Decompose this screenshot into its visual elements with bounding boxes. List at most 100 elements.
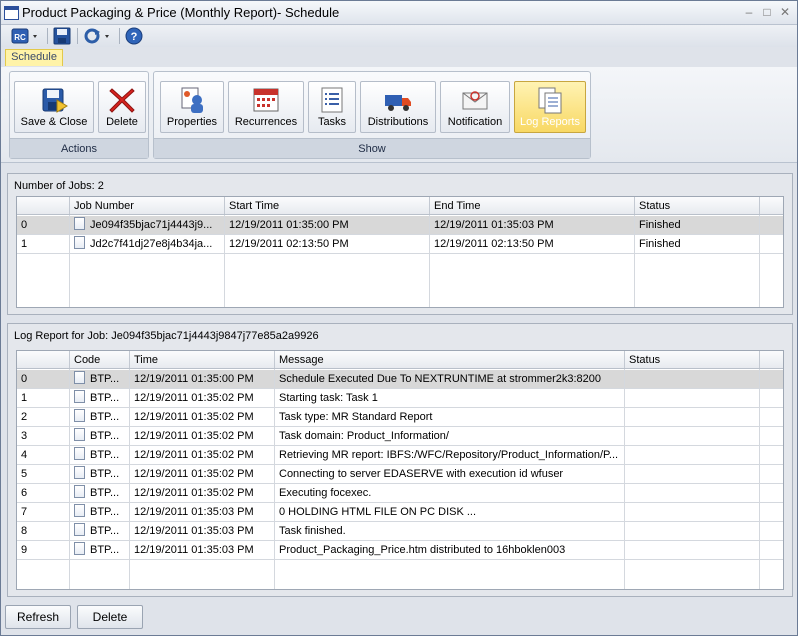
document-icon (74, 371, 85, 384)
row-index: 0 (17, 370, 70, 388)
help-icon[interactable]: ? (125, 27, 143, 45)
code-header[interactable]: Code (70, 351, 130, 368)
jobs-index-header (17, 197, 70, 214)
code-cell: BTP... (70, 522, 130, 540)
tasks-label: Tasks (317, 116, 347, 128)
table-row[interactable]: 3 BTP... 12/19/2011 01:35:02 PM Task domain… (17, 427, 783, 446)
rc-menu-icon[interactable]: RC (11, 27, 41, 45)
distributions-button[interactable]: Distributions (360, 81, 436, 133)
time-cell: 12/19/2011 01:35:00 PM (130, 370, 275, 388)
jobs-count-title: Number of Jobs: 2 (14, 180, 104, 192)
code-cell: BTP... (70, 427, 130, 445)
log-status-cell (625, 408, 760, 426)
job-number-text: Jd2c7f41dj27e8j4b34ja... (90, 238, 213, 250)
table-row[interactable]: 4 BTP... 12/19/2011 01:35:02 PM Retrieving … (17, 446, 783, 465)
delete-label: Delete (106, 116, 138, 128)
code-text: BTP... (90, 525, 120, 537)
code-text: BTP... (90, 449, 120, 461)
job-status-header[interactable]: Status (635, 197, 760, 214)
truck-icon (383, 86, 413, 114)
row-index: 4 (17, 446, 70, 464)
code-text: BTP... (90, 506, 120, 518)
table-row[interactable]: 0 BTP... 12/19/2011 01:35:00 PM Schedule Ex… (17, 370, 783, 389)
notification-button[interactable]: Notification (440, 81, 510, 133)
message-cell: Task domain: Product_Information/ (275, 427, 625, 445)
start-time-header[interactable]: Start Time (225, 197, 430, 214)
footer-bar: Refresh Delete (1, 601, 797, 635)
log-grid: Code Time Message Status 0 BTP... 12/19/20… (16, 350, 784, 590)
time-header[interactable]: Time (130, 351, 275, 368)
save-icon[interactable] (53, 27, 71, 45)
row-index: 5 (17, 465, 70, 483)
schedule-window: Product Packaging & Price (Monthly Repor… (0, 0, 798, 636)
table-row[interactable]: 6 BTP... 12/19/2011 01:35:02 PM Executing f… (17, 484, 783, 503)
table-row[interactable]: 2 BTP... 12/19/2011 01:35:02 PM Task type: … (17, 408, 783, 427)
close-button[interactable]: ✕ (777, 4, 793, 20)
refresh-button[interactable]: Refresh (5, 605, 71, 629)
table-row[interactable]: 1 Jd2c7f41dj27e8j4b34ja... 12/19/2011 02… (17, 235, 783, 254)
refresh-dropdown-icon[interactable] (83, 27, 113, 45)
calendar-icon (251, 86, 281, 114)
table-row[interactable]: 8 BTP... 12/19/2011 01:35:03 PM Task finish… (17, 522, 783, 541)
job-status-cell: Finished (635, 216, 760, 234)
save-close-button[interactable]: Save & Close (14, 81, 94, 133)
time-cell: 12/19/2011 01:35:03 PM (130, 503, 275, 521)
end-time-header[interactable]: End Time (430, 197, 635, 214)
time-cell: 12/19/2011 01:35:02 PM (130, 446, 275, 464)
app-icon (4, 6, 19, 20)
table-row[interactable]: 7 BTP... 12/19/2011 01:35:03 PM 0 HOLDING H… (17, 503, 783, 522)
message-cell: 0 HOLDING HTML FILE ON PC DISK ... (275, 503, 625, 521)
log-status-header[interactable]: Status (625, 351, 760, 368)
log-status-cell (625, 389, 760, 407)
table-row[interactable]: 1 BTP... 12/19/2011 01:35:02 PM Starting ta… (17, 389, 783, 408)
document-icon (74, 504, 85, 517)
time-cell: 12/19/2011 01:35:02 PM (130, 484, 275, 502)
table-row[interactable]: 5 BTP... 12/19/2011 01:35:02 PM Connecting … (17, 465, 783, 484)
message-header[interactable]: Message (275, 351, 625, 368)
log-report-title: Log Report for Job: Je094f35bjac71j4443j… (14, 330, 319, 342)
code-cell: BTP... (70, 465, 130, 483)
delete-log-button[interactable]: Delete (77, 605, 143, 629)
tasks-button[interactable]: Tasks (308, 81, 356, 133)
restore-button[interactable]: □ (759, 4, 775, 20)
code-text: BTP... (90, 430, 120, 442)
quick-access-toolbar: RC ? (1, 25, 797, 47)
table-row[interactable]: 0 Je094f35bjac71j4443j9... 12/19/2011 01… (17, 216, 783, 235)
document-icon (74, 542, 85, 555)
tab-schedule[interactable]: Schedule (5, 49, 63, 66)
notification-label: Notification (447, 116, 503, 128)
log-report-panel: Log Report for Job: Je094f35bjac71j4443j… (7, 323, 793, 597)
code-cell: BTP... (70, 541, 130, 559)
code-text: BTP... (90, 468, 120, 480)
envelope-icon (460, 86, 490, 114)
log-status-cell (625, 503, 760, 521)
log-reports-button[interactable]: Log Reports (514, 81, 586, 133)
row-index: 8 (17, 522, 70, 540)
properties-button[interactable]: Properties (160, 81, 224, 133)
jobs-grid: Job Number Start Time End Time Status 0 … (16, 196, 784, 308)
document-icon (74, 485, 85, 498)
title-bar: Product Packaging & Price (Monthly Repor… (1, 1, 797, 25)
delete-job-button[interactable]: Delete (98, 81, 146, 133)
document-icon (74, 217, 85, 230)
table-row[interactable]: 9 BTP... 12/19/2011 01:35:03 PM Product_Pac… (17, 541, 783, 560)
job-number-header[interactable]: Job Number (70, 197, 225, 214)
log-status-cell (625, 484, 760, 502)
document-icon (74, 236, 85, 249)
log-status-cell (625, 465, 760, 483)
log-status-cell (625, 370, 760, 388)
minimize-button[interactable]: – (741, 4, 757, 20)
time-cell: 12/19/2011 01:35:03 PM (130, 541, 275, 559)
document-icon (74, 466, 85, 479)
row-index: 3 (17, 427, 70, 445)
log-status-cell (625, 427, 760, 445)
code-cell: BTP... (70, 408, 130, 426)
show-group: Properties Recurrences Tasks Distributio… (153, 71, 591, 159)
log-report-icon (535, 86, 565, 114)
document-icon (74, 523, 85, 536)
recurrences-button[interactable]: Recurrences (228, 81, 304, 133)
distributions-label: Distributions (367, 116, 429, 128)
end-time-cell: 12/19/2011 01:35:03 PM (430, 216, 635, 234)
time-cell: 12/19/2011 01:35:02 PM (130, 408, 275, 426)
row-index: 6 (17, 484, 70, 502)
